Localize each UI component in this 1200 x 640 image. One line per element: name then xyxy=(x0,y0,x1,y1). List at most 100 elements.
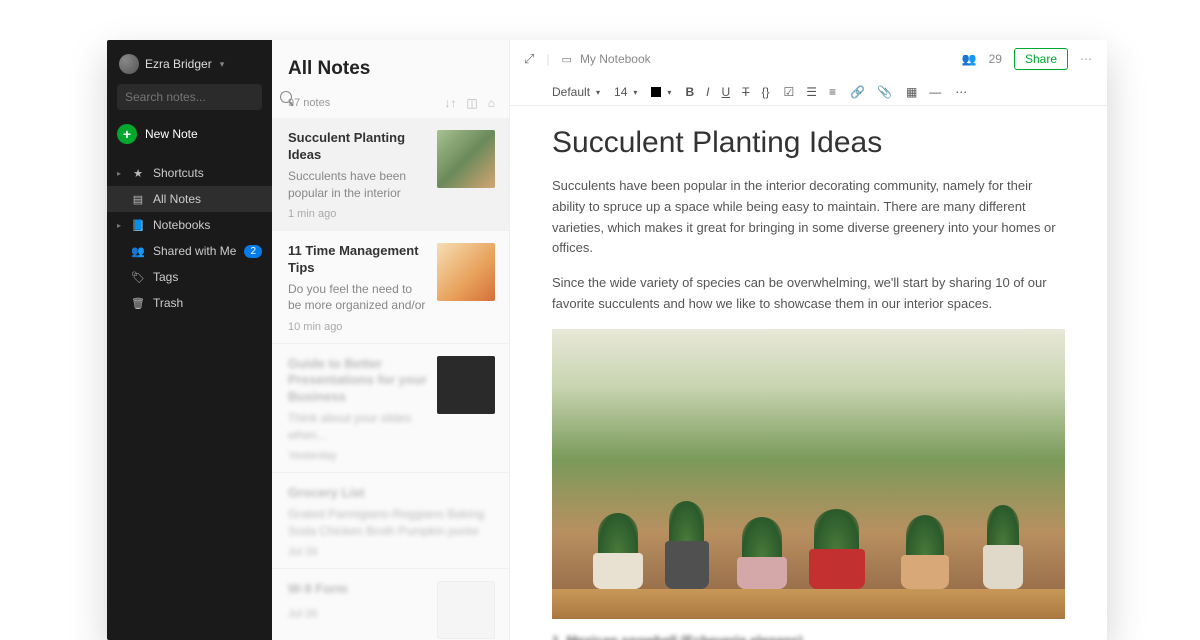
bullet-list-icon[interactable]: ☰ xyxy=(806,85,817,99)
color-swatch xyxy=(651,87,661,97)
tag-icon: 🏷 xyxy=(131,271,145,284)
doc-paragraph[interactable]: Succulents have been popular in the inte… xyxy=(552,176,1065,259)
note-title: Guide to Better Presentations for your B… xyxy=(288,356,427,407)
search-box[interactable] xyxy=(117,84,262,110)
app-window: Ezra Bridger ▾ + New Note ▸ ★ Shortcuts … xyxy=(107,40,1107,640)
note-list-title: All Notes xyxy=(288,58,493,80)
sort-icon[interactable]: ↓↑ xyxy=(444,96,456,110)
nav-label: Notebooks xyxy=(153,218,262,232)
note-count: 97 notes xyxy=(288,97,330,109)
more-format-icon[interactable]: ⋯ xyxy=(955,85,967,99)
caret-icon: ▸ xyxy=(117,169,123,178)
chevron-down-icon: ▾ xyxy=(667,88,671,97)
new-note-label: New Note xyxy=(145,127,198,141)
number-list-icon[interactable]: ≡ xyxy=(829,85,836,99)
nav-trash[interactable]: 🗑 Trash xyxy=(107,290,272,316)
badge: 2 xyxy=(244,245,262,258)
nav-label: All Notes xyxy=(153,192,262,206)
note-time: 10 min ago xyxy=(288,321,427,333)
share-button[interactable]: Share xyxy=(1014,48,1068,70)
note-time: 1 min ago xyxy=(288,208,427,220)
user-name: Ezra Bridger xyxy=(145,57,212,71)
note-list-subheader: 97 notes ↓↑ ◫ ⌂ xyxy=(272,86,509,118)
expand-icon[interactable]: ⤢ xyxy=(524,51,534,67)
breadcrumb[interactable]: ▭ My Notebook xyxy=(562,52,651,66)
editor-content[interactable]: Succulent Planting Ideas Succulents have… xyxy=(510,106,1107,640)
nav: ▸ ★ Shortcuts ▤ All Notes ▸ 📘 Notebooks … xyxy=(107,160,272,316)
new-note-button[interactable]: + New Note xyxy=(117,122,262,146)
note-thumbnail xyxy=(437,243,495,301)
note-title: Succulent Planting Ideas xyxy=(288,130,427,164)
notebook-icon: 📘 xyxy=(131,219,145,232)
filter-icon[interactable]: ⌂ xyxy=(488,96,495,110)
note-thumbnail xyxy=(437,130,495,188)
bold-icon[interactable]: B xyxy=(685,85,694,99)
avatar xyxy=(119,54,139,74)
note-time: Jul 26 xyxy=(288,546,495,558)
divider-icon[interactable]: — xyxy=(929,85,941,99)
sidebar: Ezra Bridger ▾ + New Note ▸ ★ Shortcuts … xyxy=(107,40,272,640)
breadcrumb-label: My Notebook xyxy=(580,52,651,66)
nav-tags[interactable]: 🏷 Tags xyxy=(107,264,272,290)
strike-icon[interactable]: T xyxy=(742,85,749,99)
note-item[interactable]: Guide to Better Presentations for your B… xyxy=(272,344,509,473)
member-count: 29 xyxy=(989,52,1002,66)
view-icon[interactable]: ◫ xyxy=(466,96,477,110)
nav-label: Shortcuts xyxy=(153,166,262,180)
note-preview: Grated Parmigiano-Reggiano Baking Soda C… xyxy=(288,506,495,540)
note-item[interactable]: W-9 Form Jul 26 xyxy=(272,569,509,640)
star-icon: ★ xyxy=(131,167,145,180)
font-family-select[interactable]: Default ▾ xyxy=(552,85,600,99)
note-list-items: Succulent Planting Ideas Succulents have… xyxy=(272,118,509,640)
people-icon: 👥 xyxy=(962,52,977,66)
nav-label: Tags xyxy=(153,270,262,284)
more-icon[interactable]: ⋯ xyxy=(1080,52,1093,66)
note-list-tools: ↓↑ ◫ ⌂ xyxy=(444,96,495,110)
format-toolbar: Default ▾ 14 ▾ ▾ B I U T {} ☑ ☰ ≡ xyxy=(510,79,1107,106)
note-item[interactable]: 11 Time Management Tips Do you feel the … xyxy=(272,231,509,344)
nav-all-notes[interactable]: ▤ All Notes xyxy=(107,186,272,212)
doc-title[interactable]: Succulent Planting Ideas xyxy=(552,126,1065,160)
note-title: Grocery List xyxy=(288,485,495,502)
font-color-select[interactable]: ▾ xyxy=(651,87,671,97)
doc-subheading[interactable]: 1. Mexican snowball (Echeveria elegans) xyxy=(552,633,1065,640)
people-icon: 👥 xyxy=(131,245,145,258)
nav-notebooks[interactable]: ▸ 📘 Notebooks xyxy=(107,212,272,238)
nav-shortcuts[interactable]: ▸ ★ Shortcuts xyxy=(107,160,272,186)
user-menu[interactable]: Ezra Bridger ▾ xyxy=(107,40,272,84)
editor-top-bar: ⤢ | ▭ My Notebook 👥 29 Share ⋯ xyxy=(510,40,1107,79)
code-icon[interactable]: {} xyxy=(761,85,769,99)
chevron-down-icon: ▾ xyxy=(633,88,637,97)
checklist-icon[interactable]: ☑ xyxy=(783,85,794,99)
note-thumbnail xyxy=(437,356,495,414)
separator: | xyxy=(546,52,549,66)
nav-shared[interactable]: 👥 Shared with Me 2 xyxy=(107,238,272,264)
note-preview: Succulents have been popular in the inte… xyxy=(288,168,427,202)
editor-panel: ⤢ | ▭ My Notebook 👥 29 Share ⋯ Default ▾… xyxy=(510,40,1107,640)
note-time: Yesterday xyxy=(288,450,427,462)
attachment-icon[interactable]: 📎 xyxy=(877,85,892,99)
link-icon[interactable]: 🔗 xyxy=(850,85,865,99)
caret-icon: ▸ xyxy=(117,221,123,230)
chevron-down-icon: ▾ xyxy=(596,88,600,97)
table-icon[interactable]: ▦ xyxy=(906,85,917,99)
search-icon xyxy=(280,91,292,103)
plus-icon: + xyxy=(117,124,137,144)
trash-icon: 🗑 xyxy=(131,297,145,310)
note-list-header: All Notes xyxy=(272,40,509,86)
search-input[interactable] xyxy=(125,90,280,104)
note-title: W-9 Form xyxy=(288,581,427,598)
notes-icon: ▤ xyxy=(131,193,145,206)
italic-icon[interactable]: I xyxy=(706,85,709,99)
doc-paragraph[interactable]: Since the wide variety of species can be… xyxy=(552,273,1065,315)
notebook-icon: ▭ xyxy=(562,53,572,66)
note-time: Jul 26 xyxy=(288,608,427,620)
font-size-select[interactable]: 14 ▾ xyxy=(614,85,637,99)
note-list-panel: All Notes 97 notes ↓↑ ◫ ⌂ Succulent Plan… xyxy=(272,40,510,640)
note-preview: Think about your slides when... xyxy=(288,410,427,444)
note-preview: Do you feel the need to be more organize… xyxy=(288,281,427,315)
note-item[interactable]: Succulent Planting Ideas Succulents have… xyxy=(272,118,509,231)
doc-image xyxy=(552,329,1065,619)
underline-icon[interactable]: U xyxy=(721,85,730,99)
note-item[interactable]: Grocery List Grated Parmigiano-Reggiano … xyxy=(272,473,509,569)
